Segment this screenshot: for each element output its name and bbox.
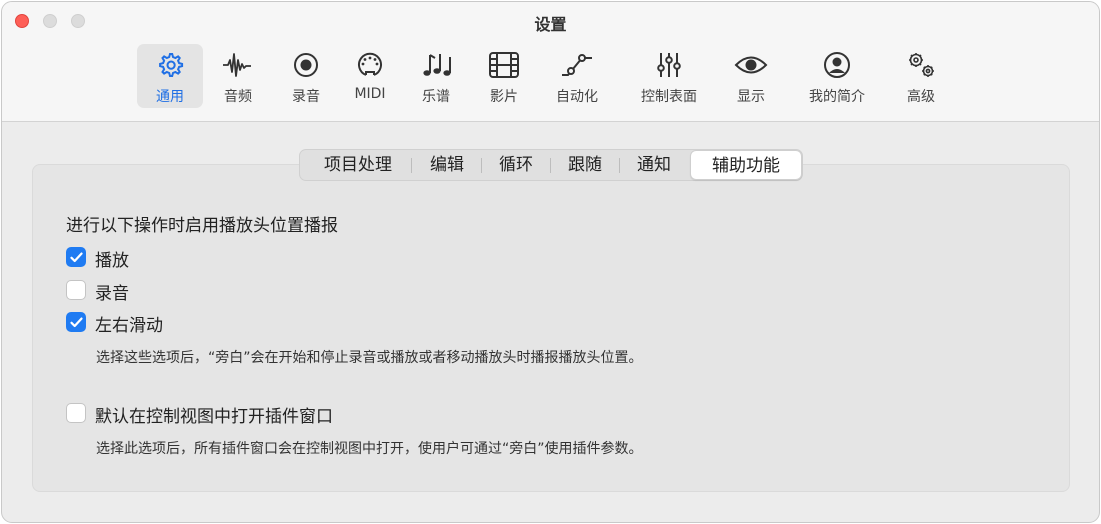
toolbar-item-label: 乐谱 xyxy=(422,89,450,105)
toolbar-item-label: 音频 xyxy=(224,89,252,105)
settings-tabs: 项目处理 编辑 循环 跟随 通知 辅助功能 xyxy=(299,149,803,181)
toolbar-item-midi[interactable]: MIDI xyxy=(337,44,403,108)
tab-editing[interactable]: 编辑 xyxy=(415,150,479,180)
eye-icon xyxy=(734,50,768,80)
midi-connector-icon xyxy=(353,50,387,80)
scrub-checkbox[interactable] xyxy=(66,312,86,332)
playhead-help-text: 选择这些选项后，“旁白”会在开始和停止录音或播放或者移动播放头时播报播放头位置。 xyxy=(96,350,643,366)
music-notes-icon xyxy=(419,50,453,80)
tab-accessibility[interactable]: 辅助功能 xyxy=(690,150,802,180)
checkmark-icon xyxy=(70,317,83,328)
plugin-controls-view-label: 默认在控制视图中打开插件窗口 xyxy=(95,407,333,427)
sliders-icon xyxy=(652,50,686,80)
gears-icon xyxy=(904,50,938,80)
toolbar-item-label: 通用 xyxy=(156,89,184,105)
toolbar-item-my-info[interactable]: 我的简介 xyxy=(792,44,882,108)
toolbar-item-movie[interactable]: 影片 xyxy=(471,44,537,108)
toolbar-item-label: 自动化 xyxy=(556,89,598,105)
toolbar-item-general[interactable]: 通用 xyxy=(137,44,203,108)
record-checkbox[interactable] xyxy=(66,280,86,300)
toolbar-item-record[interactable]: 录音 xyxy=(273,44,339,108)
toolbar-item-label: MIDI xyxy=(354,86,386,102)
checkmark-icon xyxy=(70,252,83,263)
play-label: 播放 xyxy=(95,251,129,271)
automation-curve-icon xyxy=(560,50,594,80)
person-icon xyxy=(820,50,854,80)
tab-project-handling[interactable]: 项目处理 xyxy=(308,150,408,180)
toolbar-item-automation[interactable]: 自动化 xyxy=(543,44,611,108)
playhead-announce-heading: 进行以下操作时启用播放头位置播报 xyxy=(66,216,338,236)
toolbar-item-control-surfaces[interactable]: 控制表面 xyxy=(629,44,709,108)
tab-divider xyxy=(411,158,412,173)
tab-divider xyxy=(481,158,482,173)
gear-icon xyxy=(153,50,187,80)
plugin-controls-view-checkbox[interactable] xyxy=(66,403,86,423)
toolbar-item-score[interactable]: 乐谱 xyxy=(403,44,469,108)
settings-window: 设置 通用 音频 录音 MIDI 乐谱 影片 自动化 控制表面 显示 我的简介 … xyxy=(1,1,1100,523)
tab-divider xyxy=(550,158,551,173)
toolbar-item-label: 显示 xyxy=(737,89,765,105)
tab-cycle[interactable]: 循环 xyxy=(484,150,548,180)
play-checkbox[interactable] xyxy=(66,247,86,267)
record-icon xyxy=(289,50,323,80)
tab-notifications[interactable]: 通知 xyxy=(622,150,686,180)
toolbar-item-label: 影片 xyxy=(490,89,518,105)
tab-catch[interactable]: 跟随 xyxy=(553,150,617,180)
toolbar-item-label: 控制表面 xyxy=(641,89,697,105)
record-label: 录音 xyxy=(95,284,129,304)
window-title: 设置 xyxy=(534,15,567,34)
title-bar: 设置 通用 音频 录音 MIDI 乐谱 影片 自动化 控制表面 显示 我的简介 … xyxy=(2,2,1099,122)
toolbar-item-display[interactable]: 显示 xyxy=(718,44,784,108)
waveform-icon xyxy=(221,50,255,80)
film-icon xyxy=(487,50,521,80)
toolbar-item-label: 录音 xyxy=(292,89,320,105)
toolbar-item-advanced[interactable]: 高级 xyxy=(888,44,954,108)
toolbar-item-audio[interactable]: 音频 xyxy=(205,44,271,108)
tab-divider xyxy=(619,158,620,173)
plugin-help-text: 选择此选项后，所有插件窗口会在控制视图中打开，使用户可通过“旁白”使用插件参数。 xyxy=(96,441,643,457)
toolbar-item-label: 高级 xyxy=(907,89,935,105)
toolbar-item-label: 我的简介 xyxy=(809,89,865,105)
scrub-label: 左右滑动 xyxy=(95,316,163,336)
